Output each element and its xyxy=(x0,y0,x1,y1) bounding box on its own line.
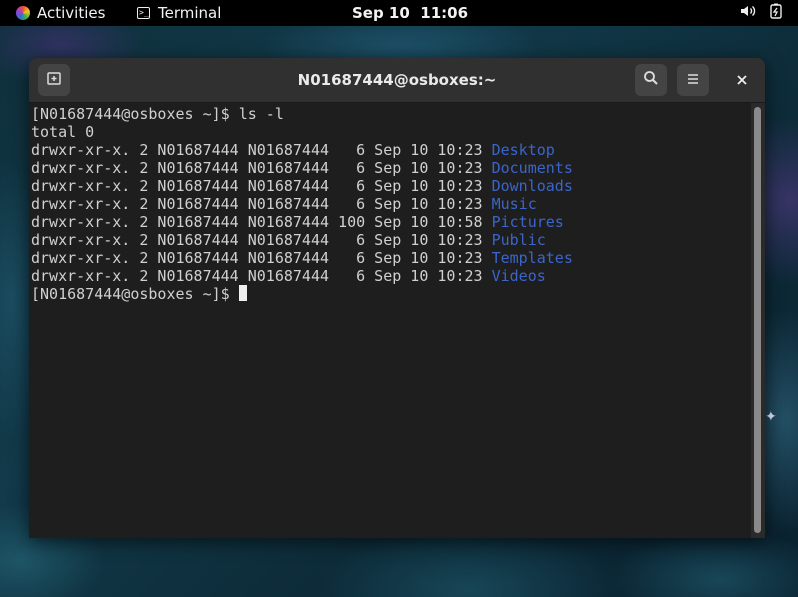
system-menu-button[interactable] xyxy=(740,0,782,26)
prompt-text: [N01687444@osboxes ~]$ xyxy=(31,105,239,123)
listing-row: drwxr-xr-x. 2 N01687444 N01687444 6 Sep … xyxy=(31,267,751,285)
active-prompt-line[interactable]: [N01687444@osboxes ~]$ xyxy=(31,285,751,303)
app-menu-button[interactable]: >_ Terminal xyxy=(137,0,221,26)
clock-date: Sep 10 xyxy=(352,4,410,22)
clock-button[interactable]: Sep 10 11:06 xyxy=(352,0,468,26)
new-tab-button[interactable] xyxy=(38,64,70,96)
header-bar[interactable]: N01687444@osboxes:~ xyxy=(29,58,765,103)
scrollbar[interactable] xyxy=(751,103,765,538)
total-line: total 0 xyxy=(31,123,95,141)
listing-perms: drwxr-xr-x. 2 N01687444 N01687444 6 Sep … xyxy=(31,159,492,177)
directory-name: Public xyxy=(491,231,546,249)
command-text: ls -l xyxy=(238,105,284,123)
activities-button[interactable]: Activities xyxy=(16,0,105,26)
search-icon xyxy=(643,70,659,90)
listing-perms: drwxr-xr-x. 2 N01687444 N01687444 100 Se… xyxy=(31,213,492,231)
activities-label: Activities xyxy=(37,4,106,22)
clock-time: 11:06 xyxy=(420,4,469,22)
listing-perms: drwxr-xr-x. 2 N01687444 N01687444 6 Sep … xyxy=(31,267,492,285)
listing-perms: drwxr-xr-x. 2 N01687444 N01687444 6 Sep … xyxy=(31,195,492,213)
directory-name: Templates xyxy=(491,249,573,267)
directory-name: Documents xyxy=(491,159,573,177)
listing-perms: drwxr-xr-x. 2 N01687444 N01687444 6 Sep … xyxy=(31,141,492,159)
terminal-output[interactable]: [N01687444@osboxes ~]$ ls -l total 0 drw… xyxy=(29,103,751,538)
listing-perms: drwxr-xr-x. 2 N01687444 N01687444 6 Sep … xyxy=(31,177,492,195)
directory-name: Music xyxy=(491,195,537,213)
new-tab-icon xyxy=(46,70,62,90)
top-bar: Activities >_ Terminal Sep 10 11:06 xyxy=(0,0,798,26)
close-icon xyxy=(736,71,748,90)
directory-name: Videos xyxy=(491,267,546,285)
listing-row: drwxr-xr-x. 2 N01687444 N01687444 6 Sep … xyxy=(31,177,751,195)
command-line: [N01687444@osboxes ~]$ ls -l xyxy=(31,105,751,123)
prompt-text: [N01687444@osboxes ~]$ xyxy=(31,285,239,303)
directory-name: Desktop xyxy=(491,141,555,159)
listing-perms: drwxr-xr-x. 2 N01687444 N01687444 6 Sep … xyxy=(31,249,492,267)
activities-icon xyxy=(16,6,30,20)
terminal-window: N01687444@osboxes:~ [N01687444@osboxes ~… xyxy=(29,58,765,538)
app-menu-label: Terminal xyxy=(158,4,222,22)
listing-perms: drwxr-xr-x. 2 N01687444 N01687444 6 Sep … xyxy=(31,231,492,249)
battery-icon xyxy=(770,3,782,23)
listing-row: drwxr-xr-x. 2 N01687444 N01687444 6 Sep … xyxy=(31,195,751,213)
search-button[interactable] xyxy=(635,64,667,96)
terminal-app-icon: >_ xyxy=(137,7,150,19)
listing-row: drwxr-xr-x. 2 N01687444 N01687444 6 Sep … xyxy=(31,249,751,267)
directory-name: Pictures xyxy=(491,213,564,231)
menu-button[interactable] xyxy=(677,64,709,96)
hamburger-menu-icon xyxy=(686,71,700,90)
listing-row: drwxr-xr-x. 2 N01687444 N01687444 6 Sep … xyxy=(31,141,751,159)
listing-row: drwxr-xr-x. 2 N01687444 N01687444 6 Sep … xyxy=(31,231,751,249)
directory-name: Downloads xyxy=(491,177,573,195)
listing-row: drwxr-xr-x. 2 N01687444 N01687444 100 Se… xyxy=(31,213,751,231)
listing-row: drwxr-xr-x. 2 N01687444 N01687444 6 Sep … xyxy=(31,159,751,177)
volume-icon xyxy=(740,4,756,22)
scrollbar-thumb[interactable] xyxy=(754,107,761,533)
close-button[interactable] xyxy=(726,64,758,96)
text-cursor xyxy=(238,285,247,301)
star-decoration: ✦ xyxy=(765,409,777,425)
